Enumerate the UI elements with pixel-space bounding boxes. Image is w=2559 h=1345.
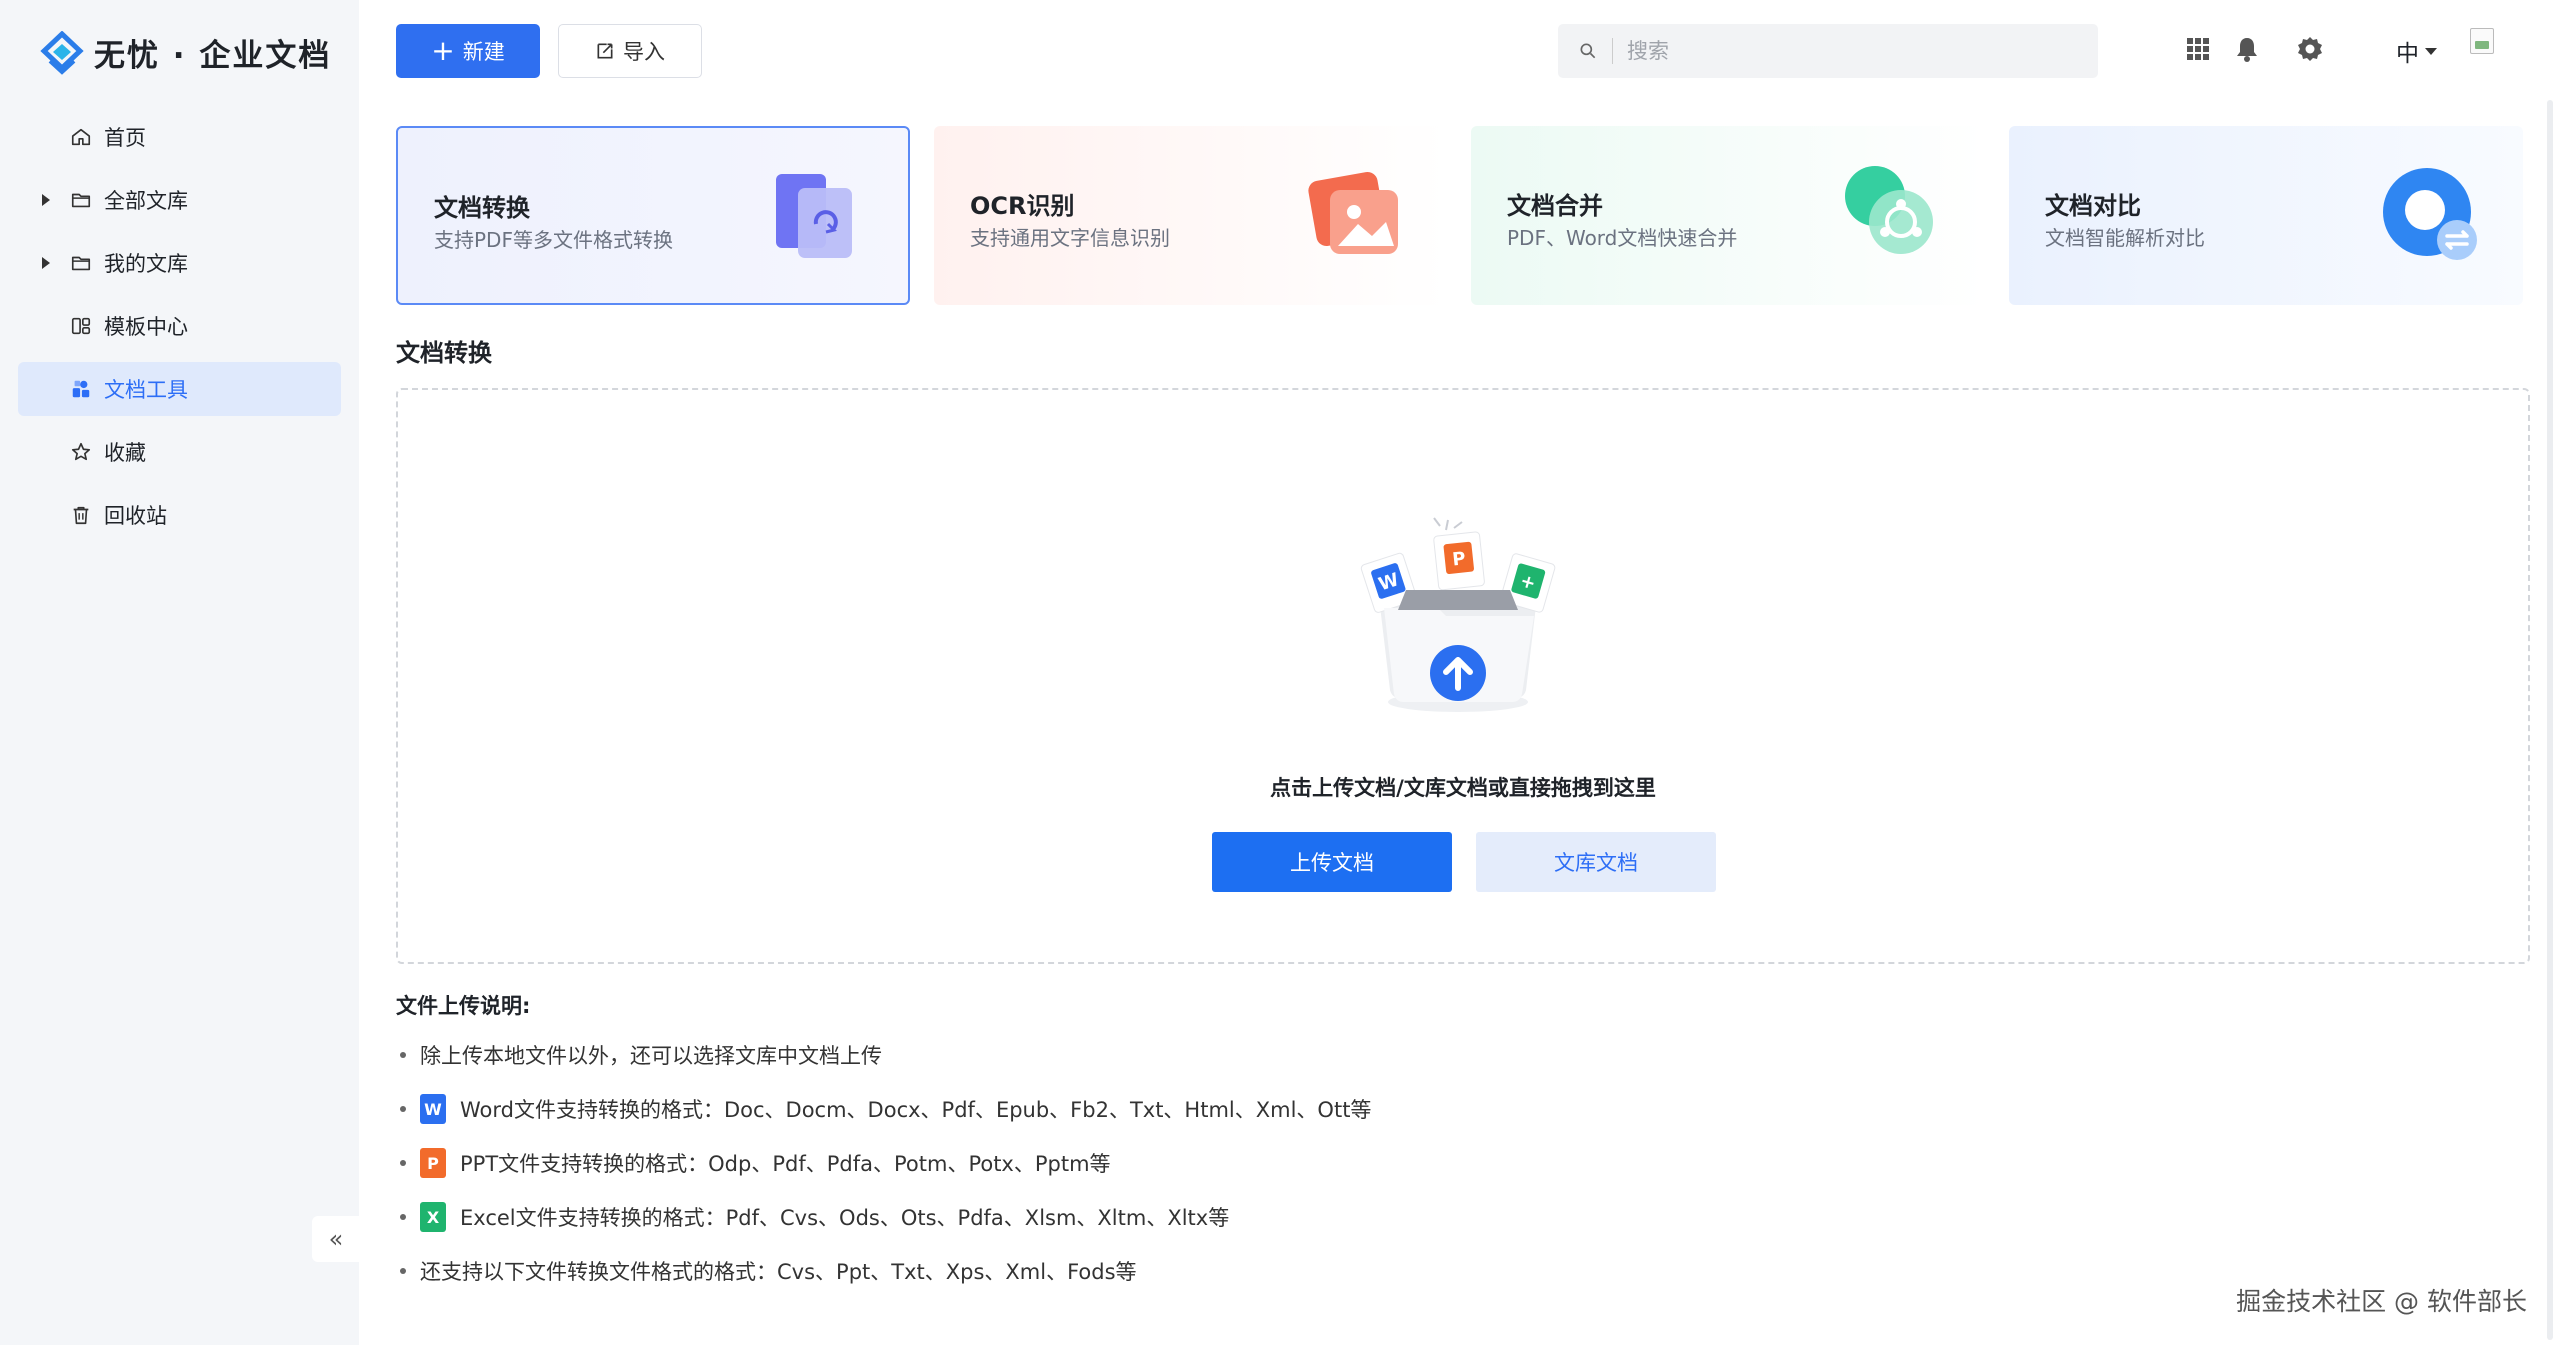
tool-card-ocr[interactable]: OCR识别 支持通用文字信息识别: [934, 126, 1448, 305]
tools-icon: [70, 378, 92, 400]
sidebar-nav: 首页 全部文库 我的文库 模板中心 文档工具 收藏 回收站: [0, 110, 359, 551]
tool-card-title: 文档合并: [1507, 192, 1603, 220]
new-button-label: 新建: [462, 40, 505, 64]
bullet-dot: [400, 1214, 406, 1220]
search-box[interactable]: [1558, 24, 2098, 78]
gear-icon[interactable]: [2295, 34, 2325, 64]
folder-icon: [70, 252, 92, 274]
expand-caret-icon[interactable]: [42, 194, 50, 206]
brand-name: 无忧 · 企业文档: [94, 38, 332, 74]
bullet-dot: [400, 1106, 406, 1112]
search-divider: [1612, 38, 1613, 64]
sidebar-item-favorites[interactable]: 收藏: [18, 425, 341, 479]
tool-card-title: 文档对比: [2045, 192, 2141, 220]
list-item: X Excel文件支持转换的格式：Pdf、Cvs、Ods、Ots、Pdfa、Xl…: [400, 1202, 1371, 1232]
word-file-icon: W: [420, 1094, 446, 1124]
sidebar-item-doc-tools[interactable]: 文档工具: [18, 362, 341, 416]
list-item: P PPT文件支持转换的格式：Odp、Pdf、Pdfa、Potm、Potx、Pp…: [400, 1148, 1371, 1178]
trash-icon: [70, 504, 92, 526]
sidebar-item-templates[interactable]: 模板中心: [18, 299, 341, 353]
tool-card-doc-convert[interactable]: 文档转换 支持PDF等多文件格式转换: [396, 126, 910, 305]
tool-card-desc: 文档智能解析对比: [2045, 226, 2205, 250]
tool-card-doc-merge[interactable]: 文档合并 PDF、Word文档快速合并: [1471, 126, 1985, 305]
tool-card-desc: PDF、Word文档快速合并: [1507, 226, 1738, 250]
sidebar-item-all-library[interactable]: 全部文库: [18, 173, 341, 227]
language-label: 中: [2396, 41, 2419, 67]
star-icon: [70, 441, 92, 463]
list-item: W Word文件支持转换的格式：Doc、Docm、Docx、Pdf、Epub、F…: [400, 1094, 1371, 1124]
upload-hint: 点击上传文档/文库文档或直接拖拽到这里: [1270, 776, 1656, 800]
sidebar-item-home[interactable]: 首页: [18, 110, 341, 164]
section-title: 文档转换: [396, 339, 492, 367]
folder-icon: [70, 189, 92, 211]
expand-caret-icon[interactable]: [42, 257, 50, 269]
svg-text:P: P: [1451, 548, 1466, 570]
doc-merge-icon: [1845, 166, 1933, 254]
tool-card-doc-compare[interactable]: 文档对比 文档智能解析对比: [2009, 126, 2523, 305]
note-text: 除上传本地文件以外，还可以选择文库中文档上传: [420, 1044, 882, 1068]
note-text: 还支持以下文件转换文件格式的格式：Cvs、Ppt、Txt、Xps、Xml、Fod…: [420, 1260, 1137, 1284]
sidebar-item-label: 全部文库: [104, 189, 188, 213]
collapse-sidebar-button[interactable]: «: [312, 1216, 360, 1262]
doc-compare-icon: [2383, 168, 2477, 260]
sidebar: 无忧 · 企业文档 首页 全部文库 我的文库 模板中心 文档工具 收藏 回收站 …: [0, 0, 360, 1345]
tool-card-desc: 支持通用文字信息识别: [970, 226, 1170, 250]
upload-document-button[interactable]: 上传文档: [1212, 832, 1452, 892]
note-text: PPT文件支持转换的格式：Odp、Pdf、Pdfa、Potm、Potx、Pptm…: [460, 1152, 1111, 1176]
list-item: 还支持以下文件转换文件格式的格式：Cvs、Ppt、Txt、Xps、Xml、Fod…: [400, 1256, 1371, 1286]
apps-grid-icon[interactable]: [2183, 34, 2213, 64]
search-input[interactable]: [1627, 39, 2067, 63]
tool-card-title: OCR识别: [970, 192, 1075, 220]
upload-dropzone[interactable]: W P + 点击上传文档/文库文档或直接拖拽到这里 上传文档 文库文档: [396, 388, 2530, 964]
list-item: 除上传本地文件以外，还可以选择文库中文档上传: [400, 1040, 1371, 1070]
logo-icon: [40, 30, 84, 75]
plus-icon: +: [431, 34, 455, 67]
sidebar-item-my-library[interactable]: 我的文库: [18, 236, 341, 290]
bullet-dot: [400, 1160, 406, 1166]
sidebar-item-label: 模板中心: [104, 315, 188, 339]
ppt-file-icon: P: [420, 1148, 446, 1178]
avatar[interactable]: [2470, 28, 2494, 54]
new-button[interactable]: + 新建: [396, 24, 540, 78]
sidebar-item-label: 文档工具: [104, 378, 188, 402]
bell-icon[interactable]: [2232, 34, 2262, 64]
library-document-button[interactable]: 文库文档: [1476, 832, 1716, 892]
bullet-dot: [400, 1052, 406, 1058]
caret-down-icon: [2425, 47, 2437, 55]
import-button-label: 导入: [623, 40, 665, 64]
import-icon: [597, 43, 613, 59]
upload-folder-illustration: W P +: [1360, 517, 1556, 712]
note-text: Word文件支持转换的格式：Doc、Docm、Docx、Pdf、Epub、Fb2…: [460, 1098, 1372, 1122]
brand[interactable]: 无忧 · 企业文档: [40, 30, 331, 75]
excel-file-icon: X: [420, 1202, 446, 1232]
tool-card-desc: 支持PDF等多文件格式转换: [434, 228, 673, 252]
search-icon: [1580, 43, 1596, 59]
doc-convert-icon: [776, 174, 852, 258]
note-text: Excel文件支持转换的格式：Pdf、Cvs、Ods、Ots、Pdfa、Xlsm…: [460, 1206, 1230, 1230]
bullet-dot: [400, 1268, 406, 1274]
home-icon: [70, 126, 92, 148]
sidebar-item-label: 首页: [104, 126, 146, 150]
sidebar-item-label: 我的文库: [104, 252, 188, 276]
upload-notes-list: 除上传本地文件以外，还可以选择文库中文档上传 W Word文件支持转换的格式：D…: [400, 1040, 1371, 1310]
sidebar-item-label: 收藏: [104, 441, 146, 465]
template-icon: [70, 315, 92, 337]
language-switch[interactable]: 中: [2396, 34, 2437, 68]
scrollbar[interactable]: [2547, 100, 2553, 1340]
sidebar-item-label: 回收站: [104, 504, 167, 528]
double-chevron-left-icon: «: [328, 1225, 344, 1253]
sidebar-item-recycle-bin[interactable]: 回收站: [18, 488, 341, 542]
watermark: 掘金技术社区 @ 软件部长: [2236, 1287, 2527, 1316]
tool-card-title: 文档转换: [434, 194, 530, 222]
import-button[interactable]: 导入: [558, 24, 702, 78]
upload-notes-title: 文件上传说明:: [396, 994, 531, 1018]
ocr-icon: [1308, 172, 1398, 254]
